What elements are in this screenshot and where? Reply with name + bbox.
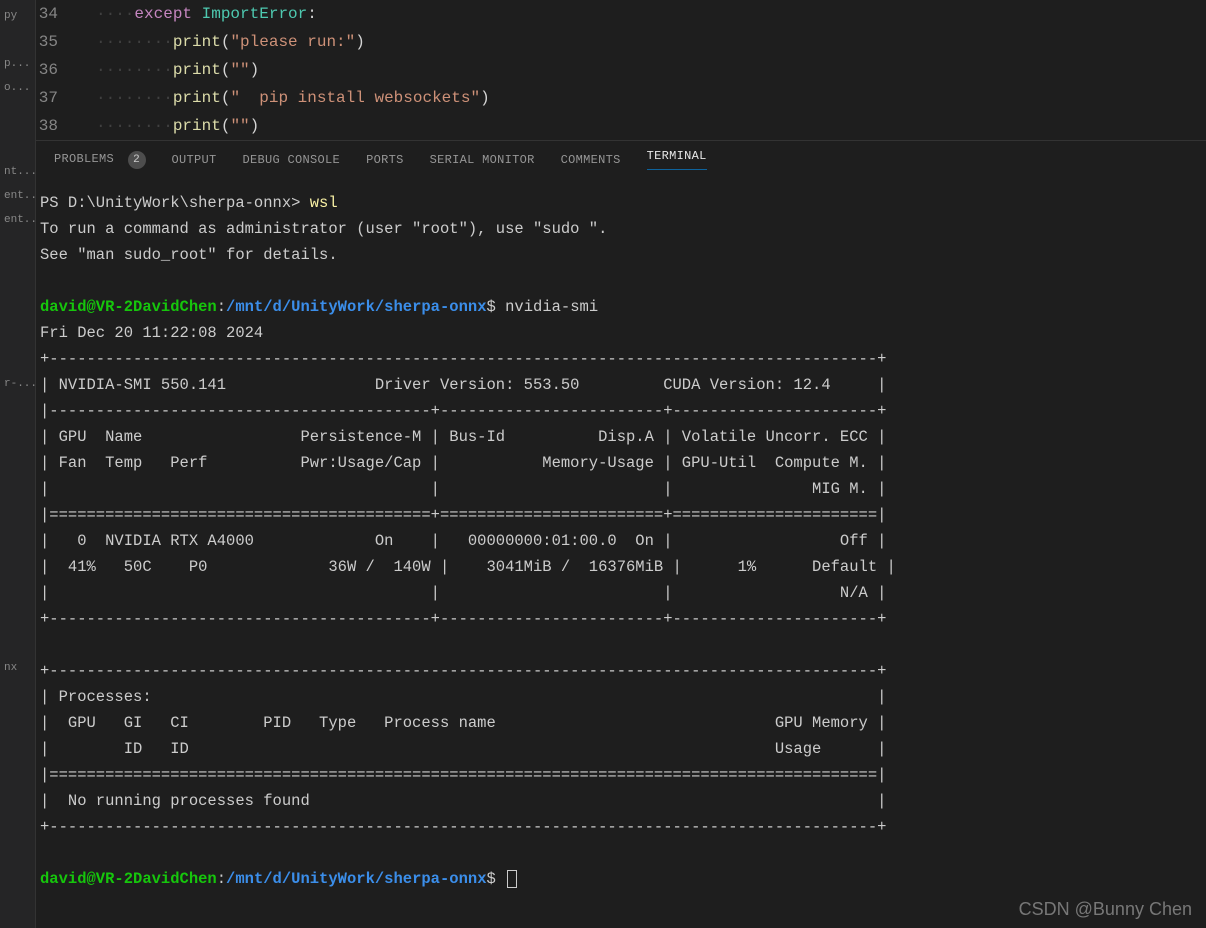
tab-terminal[interactable]: TERMINAL <box>647 149 707 170</box>
code-line[interactable]: 36········print("") <box>36 56 1206 84</box>
tab-item[interactable] <box>0 28 35 40</box>
code-line[interactable]: 34····except ImportError: <box>36 0 1206 28</box>
tab-item[interactable]: p... <box>0 52 35 76</box>
tab-ports[interactable]: PORTS <box>366 153 404 167</box>
tab-serial-monitor[interactable]: SERIAL MONITOR <box>430 153 535 167</box>
tab-debug-console[interactable]: DEBUG CONSOLE <box>243 153 341 167</box>
tab-item[interactable]: o... <box>0 76 35 100</box>
tab-item[interactable]: nt... <box>0 160 35 184</box>
tab-problems[interactable]: PROBLEMS 2 <box>54 151 146 169</box>
tab-comments[interactable]: COMMENTS <box>561 153 621 167</box>
tab-item[interactable]: r-... <box>0 372 35 396</box>
bottom-panel: PROBLEMS 2 OUTPUT DEBUG CONSOLE PORTS SE… <box>36 140 1206 928</box>
tab-item[interactable]: ent... <box>0 184 35 208</box>
tab-output[interactable]: OUTPUT <box>172 153 217 167</box>
tab-label: PROBLEMS <box>54 152 114 166</box>
main-area: 34····except ImportError:35········print… <box>36 0 1206 928</box>
watermark: CSDN @Bunny Chen <box>1019 899 1192 920</box>
code-line[interactable]: 37········print(" pip install websockets… <box>36 84 1206 112</box>
tab-item[interactable]: ent... <box>0 208 35 232</box>
code-line[interactable]: 35········print("please run:") <box>36 28 1206 56</box>
problems-count-badge: 2 <box>128 151 146 169</box>
editor-tab-list: py p... o... nt... ent... ent... r-... n… <box>0 0 36 928</box>
tab-item[interactable]: py <box>0 4 35 28</box>
code-line[interactable]: 38········print("") <box>36 112 1206 140</box>
tab-item[interactable]: nx <box>0 656 35 680</box>
panel-tabs: PROBLEMS 2 OUTPUT DEBUG CONSOLE PORTS SE… <box>36 141 1206 178</box>
terminal-output[interactable]: PS D:\UnityWork\sherpa-onnx> wsl To run … <box>36 178 1206 928</box>
code-editor[interactable]: 34····except ImportError:35········print… <box>36 0 1206 140</box>
tab-item[interactable] <box>0 40 35 52</box>
